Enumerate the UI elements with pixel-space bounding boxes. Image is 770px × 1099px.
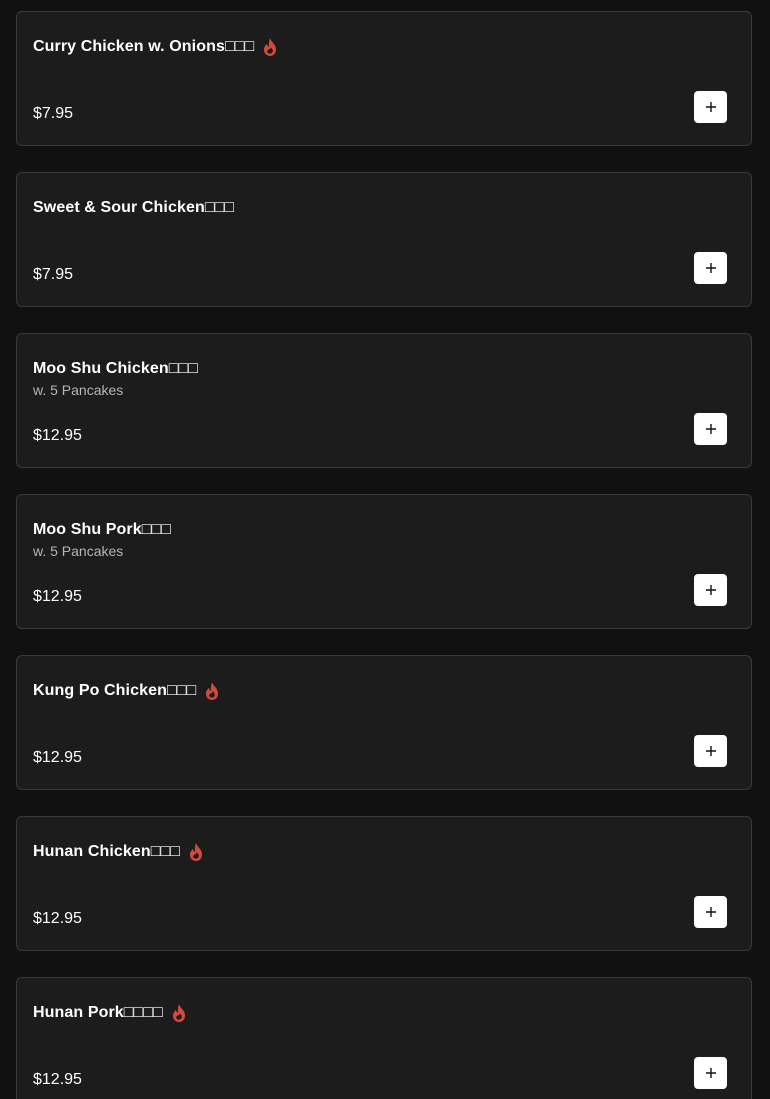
plus-icon	[705, 1068, 716, 1078]
plus-icon	[705, 585, 716, 595]
menu-item-title-row: Moo Shu Chicken□□□	[33, 358, 198, 380]
flame-icon	[204, 681, 220, 701]
plus-icon	[705, 102, 716, 112]
plus-icon	[705, 746, 716, 756]
menu-item-name: Hunan Chicken□□□	[33, 843, 181, 860]
menu-item-price: $7.95	[33, 266, 74, 283]
add-to-cart-button[interactable]	[694, 1057, 727, 1089]
menu-item-title-row: Moo Shu Pork□□□	[33, 519, 171, 541]
menu-item-list: Curry Chicken w. Onions□□□ $7.95 Sweet &…	[0, 0, 770, 1099]
menu-item-card[interactable]: Hunan Chicken□□□ $12.95	[16, 816, 752, 951]
menu-item-card[interactable]: Hunan Pork□□□□ $12.95	[16, 977, 752, 1099]
plus-icon	[705, 424, 716, 434]
menu-item-card[interactable]: Moo Shu Chicken□□□ w. 5 Pancakes $12.95	[16, 333, 752, 468]
menu-item-name: Moo Shu Chicken□□□	[33, 360, 199, 377]
add-to-cart-button[interactable]	[694, 735, 727, 767]
add-to-cart-button[interactable]	[694, 896, 727, 928]
menu-item-price: $12.95	[33, 749, 82, 766]
menu-item-title-row: Curry Chicken w. Onions□□□	[33, 36, 278, 58]
flame-icon	[262, 37, 278, 57]
plus-icon	[705, 907, 716, 917]
add-to-cart-button[interactable]	[694, 252, 727, 284]
menu-item-card[interactable]: Kung Po Chicken□□□ $12.95	[16, 655, 752, 790]
plus-icon	[705, 263, 716, 273]
menu-item-title-row: Kung Po Chicken□□□	[33, 680, 220, 702]
menu-item-name: Sweet & Sour Chicken□□□	[33, 199, 235, 216]
flame-icon	[188, 842, 204, 862]
menu-item-description: w. 5 Pancakes	[33, 382, 124, 398]
menu-item-card[interactable]: Sweet & Sour Chicken□□□ $7.95	[16, 172, 752, 307]
menu-item-price: $7.95	[33, 105, 74, 122]
add-to-cart-button[interactable]	[694, 413, 727, 445]
menu-item-name: Curry Chicken w. Onions□□□	[33, 38, 255, 55]
menu-item-price: $12.95	[33, 1071, 82, 1088]
menu-item-card[interactable]: Moo Shu Pork□□□ w. 5 Pancakes $12.95	[16, 494, 752, 629]
add-to-cart-button[interactable]	[694, 574, 727, 606]
menu-item-name: Hunan Pork□□□□	[33, 1004, 163, 1021]
menu-item-title-row: Sweet & Sour Chicken□□□	[33, 197, 234, 219]
add-to-cart-button[interactable]	[694, 91, 727, 123]
menu-item-title-row: Hunan Chicken□□□	[33, 841, 204, 863]
menu-item-description: w. 5 Pancakes	[33, 543, 124, 559]
menu-item-price: $12.95	[33, 588, 82, 605]
menu-item-name: Moo Shu Pork□□□	[33, 521, 172, 538]
menu-item-name: Kung Po Chicken□□□	[33, 682, 197, 699]
menu-item-title-row: Hunan Pork□□□□	[33, 1002, 187, 1024]
menu-item-price: $12.95	[33, 910, 82, 927]
flame-icon	[171, 1003, 187, 1023]
menu-item-card[interactable]: Curry Chicken w. Onions□□□ $7.95	[16, 11, 752, 146]
menu-item-price: $12.95	[33, 427, 82, 444]
